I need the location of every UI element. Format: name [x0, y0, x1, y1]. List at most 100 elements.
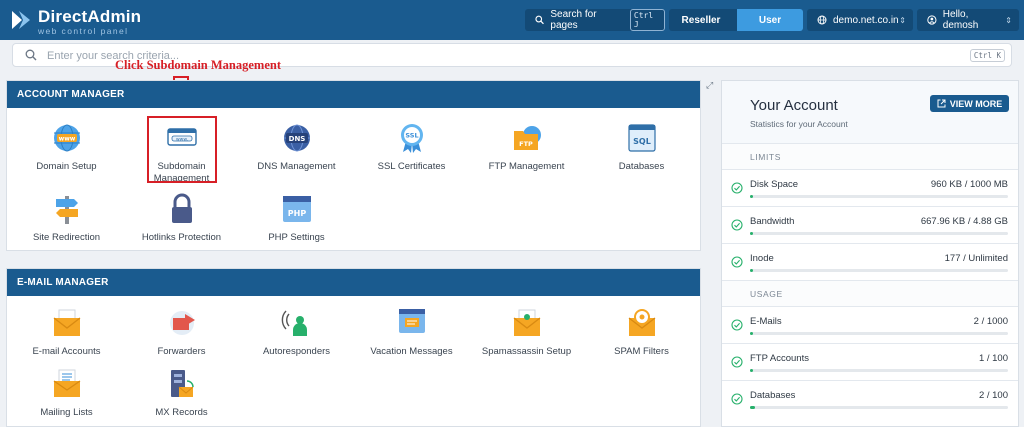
tile-ftp-management[interactable]: FTP FTP Management	[469, 121, 584, 173]
tile-databases[interactable]: SQL Databases	[584, 121, 699, 173]
usage-bar	[750, 332, 1008, 335]
tile-vacation-messages[interactable]: Vacation Messages	[354, 306, 469, 358]
brand-title: DirectAdmin	[38, 7, 142, 26]
svg-text:SQL: SQL	[633, 137, 651, 146]
stat-name: FTP Accounts	[750, 353, 809, 364]
search-icon	[535, 15, 544, 25]
tile-label: Autoresponders	[262, 346, 331, 357]
user-menu[interactable]: Hello, demosh ⇕	[917, 9, 1019, 31]
check-circle-icon	[731, 182, 743, 194]
usage-label: USAGE	[722, 281, 1018, 307]
tile-site-redirection[interactable]: Site Redirection	[9, 192, 124, 244]
usage-bar-fill	[750, 195, 753, 198]
tile-php-settings[interactable]: PHP PHP Settings	[239, 192, 354, 244]
account-manager-panel: ACCOUNT MANAGER www Domain Setup www. Su…	[6, 80, 701, 251]
signpost-icon	[55, 196, 78, 224]
tile-label: Site Redirection	[32, 232, 101, 243]
tile-label: Databases	[618, 161, 665, 172]
vacation-window-icon	[398, 309, 425, 333]
usage-bar-fill	[750, 406, 756, 409]
chevron-updown-icon: ⇕	[899, 15, 906, 25]
sql-database-icon: SQL	[627, 124, 656, 152]
tile-label: PHP Settings	[268, 232, 325, 243]
usage-bar	[750, 369, 1008, 372]
tile-ssl-certificates[interactable]: SSL SSL Certificates	[354, 121, 469, 173]
tile-label: SPAM Filters	[614, 346, 669, 357]
usage-bar	[750, 195, 1008, 198]
directadmin-logo-icon	[12, 11, 30, 29]
spam-envelope-icon	[513, 309, 540, 336]
role-user-button[interactable]: User	[737, 9, 803, 31]
chevron-updown-icon: ⇕	[1005, 15, 1012, 25]
tile-label: SSL Certificates	[377, 161, 446, 172]
usage-bar-fill	[750, 269, 753, 272]
stat-name: Databases	[750, 390, 796, 401]
ssl-badge-icon: SSL	[400, 124, 423, 153]
tile-label: Forwarders	[157, 346, 206, 357]
annotation-text: Click Subdomain Management	[115, 58, 281, 72]
search-pages-label: Search for pages	[550, 9, 597, 31]
annotation-highlight-box	[147, 116, 217, 183]
tile-label: MX Records	[155, 407, 208, 418]
stat-disk-space: Disk Space 960 KB / 1000 MB	[722, 170, 1018, 207]
expand-icon[interactable]: ⤢	[706, 80, 713, 91]
tile-mailing-lists[interactable]: Mailing Lists	[9, 367, 124, 419]
your-account-panel: Your Account Statistics for your Account…	[721, 80, 1019, 427]
your-account-subtitle: Statistics for your Account	[750, 119, 848, 129]
your-account-title: Your Account	[750, 97, 838, 114]
svg-text:www: www	[58, 136, 75, 143]
usage-bar	[750, 269, 1008, 272]
role-reseller-button[interactable]: Reseller	[669, 9, 733, 31]
tile-spam-filters[interactable]: SPAM Filters	[584, 306, 699, 358]
stat-value: 667.96 KB / 4.88 GB	[920, 216, 1008, 227]
stat-value: 2 / 1000	[973, 316, 1008, 327]
usage-bar	[750, 232, 1008, 235]
stat-bandwidth: Bandwidth 667.96 KB / 4.88 GB	[722, 207, 1018, 244]
tile-forwarders[interactable]: Forwarders	[124, 306, 239, 358]
tile-label: Spamassassin Setup	[481, 346, 572, 357]
stat-value: 177 / Unlimited	[944, 253, 1008, 264]
stat-name: Bandwidth	[750, 216, 795, 227]
search-pages-shortcut: Ctrl J	[629, 9, 665, 31]
tile-autoresponders[interactable]: Autoresponders	[239, 306, 354, 358]
tile-domain-setup[interactable]: www Domain Setup	[9, 121, 124, 173]
domain-name: demo.net.co.in	[833, 14, 899, 26]
your-account-header: Your Account Statistics for your Account…	[722, 81, 1018, 144]
account-manager-title: ACCOUNT MANAGER	[7, 81, 700, 108]
stat-emails: E-Mails 2 / 1000	[722, 307, 1018, 344]
tile-hotlinks-protection[interactable]: Hotlinks Protection	[124, 192, 239, 244]
mailing-list-icon	[53, 369, 80, 397]
domain-selector[interactable]: demo.net.co.in ⇕	[807, 9, 913, 31]
mx-server-icon	[170, 370, 194, 397]
stat-value: 1 / 100	[978, 353, 1008, 364]
search-icon	[25, 49, 37, 61]
ftp-folder-icon: FTP	[513, 126, 541, 150]
logo[interactable]: DirectAdmin web control panel	[10, 6, 142, 36]
role-switch[interactable]: Reseller User	[669, 9, 803, 31]
tile-mx-records[interactable]: MX Records	[124, 367, 239, 419]
view-more-button[interactable]: VIEW MORE	[930, 95, 1009, 112]
search-pages-button[interactable]: Search for pages Ctrl J	[525, 9, 665, 31]
brand-subtitle: web control panel	[38, 26, 129, 36]
tile-label: Domain Setup	[36, 161, 97, 172]
stat-name: Disk Space	[750, 179, 799, 190]
usage-bar-fill	[750, 369, 753, 372]
forward-mail-icon	[169, 311, 195, 335]
tile-email-accounts[interactable]: E-mail Accounts	[9, 306, 124, 358]
stat-name: Inode	[750, 253, 774, 264]
tile-spamassassin-setup[interactable]: Spamassassin Setup	[469, 306, 584, 358]
auto-reply-person-icon	[281, 310, 307, 336]
top-bar: DirectAdmin web control panel Search for…	[0, 0, 1024, 40]
email-manager-title: E-MAIL MANAGER	[7, 269, 700, 296]
svg-text:FTP: FTP	[519, 140, 533, 148]
tile-dns-management[interactable]: DNS DNS Management	[239, 121, 354, 173]
user-icon	[927, 15, 937, 25]
search-shortcut: Ctrl K	[969, 49, 1005, 62]
user-greeting: Hello, demosh	[942, 9, 979, 31]
usage-bar	[750, 406, 1008, 409]
stat-value: 960 KB / 1000 MB	[930, 179, 1008, 190]
view-more-label: VIEW MORE	[949, 98, 1003, 109]
php-window-icon: PHP	[282, 196, 311, 222]
stat-inode: Inode 177 / Unlimited	[722, 244, 1018, 281]
check-circle-icon	[731, 319, 743, 331]
